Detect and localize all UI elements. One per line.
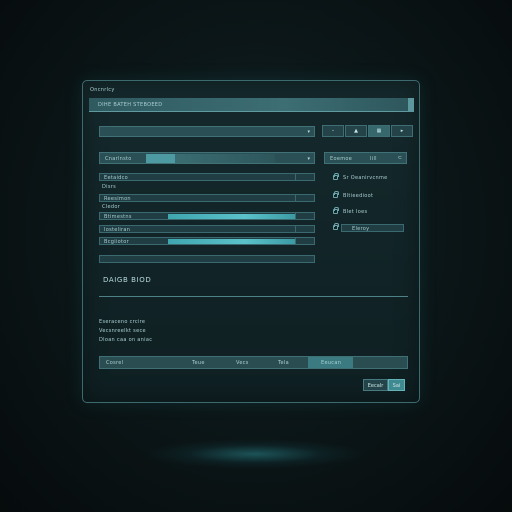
cancel-button[interactable]: Eecalr (363, 379, 388, 391)
minus-icon: – (331, 128, 335, 134)
form-row-label: Eetaidco (104, 175, 129, 181)
row-progress-fill (168, 239, 296, 244)
header-accent (408, 98, 414, 112)
header-bar: DIHE BATEH STEBOEED (89, 98, 414, 112)
chevron-down-icon: ▾ (307, 129, 310, 135)
filter-highlight (146, 154, 175, 163)
row-progress-fill (168, 214, 296, 219)
footer-tab[interactable]: Tela (278, 360, 289, 366)
footer-label: Cosrel (106, 360, 124, 366)
form-row-4[interactable]: Iosteliran (99, 225, 315, 233)
toolbar-button-1[interactable]: – (322, 125, 344, 137)
form-row-6[interactable] (99, 255, 315, 263)
permission-label: Blet Ioes (343, 209, 368, 215)
triangle-up-icon: ▲ (354, 128, 358, 134)
footer-tab-label: Eeucan (321, 360, 342, 366)
toolbar-button-3[interactable]: ▦ (368, 125, 390, 137)
top-select[interactable]: ▾ (99, 126, 315, 137)
lock-icon (333, 173, 339, 180)
form-row-label: Btimestns (104, 214, 132, 220)
filter-select[interactable]: Cnarlnsto ▾ (99, 152, 315, 164)
side-select-value: Iill (370, 156, 377, 162)
app-window: Oncnrlcy DIHE BATEH STEBOEED ▾ – ▲ ▦ ▸ C… (82, 80, 420, 403)
side-select-label: Eoemoe (330, 156, 353, 162)
lock-icon (333, 207, 339, 214)
form-row-3[interactable]: Btimestns (99, 212, 315, 220)
form-label: Disrs (102, 184, 117, 190)
arrow-right-icon: ▸ (400, 128, 404, 134)
footer-tab-bar: Cosrel Teue Vecs Tela Eeucan (99, 356, 408, 369)
cancel-button-label: Eecalr (367, 383, 384, 389)
side-select[interactable]: Eoemoe Iill ⊂ (324, 152, 407, 164)
row-end-cell (295, 226, 314, 232)
form-row-label: Iosteliran (104, 227, 131, 233)
row-end-cell (295, 238, 314, 244)
form-row-label: Reesimon (104, 196, 131, 202)
header-title: DIHE BATEH STEBOEED (98, 102, 163, 108)
grid-icon: ▦ (376, 128, 382, 134)
toolbar-button-2[interactable]: ▲ (345, 125, 367, 137)
footer-tab[interactable]: Teue (192, 360, 205, 366)
section-divider (99, 296, 408, 297)
toolbar-button-4[interactable]: ▸ (391, 125, 413, 137)
note-line: Dloan caa on aniac (99, 337, 153, 343)
row-end-cell (295, 174, 314, 180)
save-button-label: Sai (392, 383, 401, 389)
section-title: DAIGB BIOD (103, 276, 152, 284)
permission-label: Eleroy (352, 226, 370, 232)
form-row-1[interactable]: Eetaidco (99, 173, 315, 181)
row-end-cell (295, 195, 314, 201)
menu-icon: ⊂ (397, 155, 402, 161)
note-line: Vecsnreelkt sece (99, 328, 146, 334)
note-line: Eseraceno crcire (99, 319, 146, 325)
form-label: Cledor (102, 204, 121, 210)
footer-tab-active[interactable]: Eeucan (308, 357, 353, 368)
filter-track (175, 154, 275, 163)
form-row-label: Bcgiiotor (104, 239, 129, 245)
permission-label: Sr Oeanirvcnme (343, 175, 388, 181)
permission-label: Bltieedioot (343, 193, 374, 199)
floor-glow (150, 440, 360, 468)
footer-tab[interactable]: Vecs (236, 360, 249, 366)
lock-icon (333, 223, 339, 230)
lock-icon (333, 191, 339, 198)
permission-field[interactable]: Eleroy (341, 224, 404, 232)
filter-select-value: Cnarlnsto (105, 156, 132, 162)
form-row-5[interactable]: Bcgiiotor (99, 237, 315, 245)
form-row-2[interactable]: Reesimon (99, 194, 315, 202)
save-button[interactable]: Sai (388, 379, 405, 391)
row-end-cell (295, 213, 314, 219)
chevron-down-icon: ▾ (307, 156, 310, 162)
window-title: Oncnrlcy (90, 87, 115, 93)
